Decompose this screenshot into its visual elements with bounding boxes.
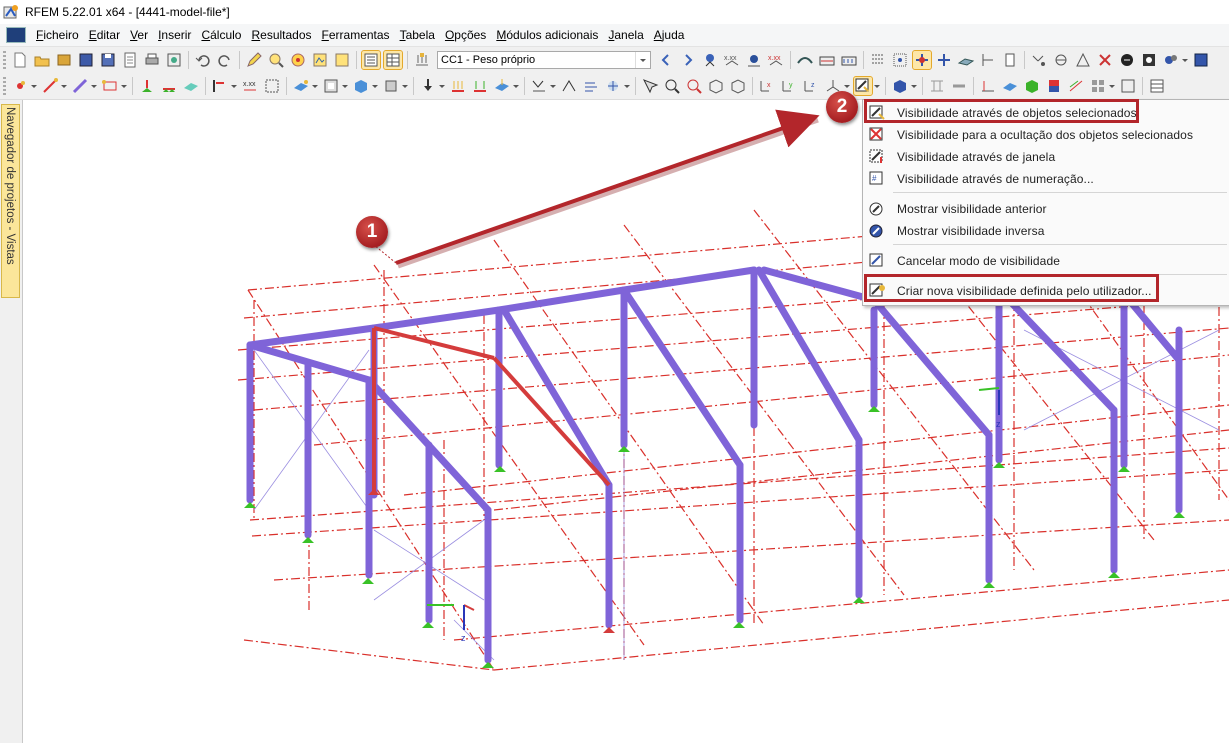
- visibility-window-icon: [869, 149, 887, 165]
- svg-text:#: #: [872, 174, 877, 183]
- menu-visibility-window[interactable]: Visibilidade através de janela: [863, 146, 1227, 168]
- menu-visibility-numbering[interactable]: # Visibilidade através de numeração...: [863, 168, 1227, 190]
- previous-visibility-icon: [869, 201, 887, 217]
- step-1-badge: 1: [356, 216, 388, 248]
- menu-show-inverse-visibility[interactable]: Mostrar visibilidade inversa: [863, 220, 1227, 242]
- menu-cancel-visibility-mode[interactable]: Cancelar modo de visibilidade: [863, 250, 1227, 272]
- menu-show-previous-visibility[interactable]: Mostrar visibilidade anterior: [863, 198, 1227, 220]
- annotation-arrow-shadow: [397, 117, 819, 269]
- annotation-arrow: [395, 109, 820, 265]
- cancel-visibility-icon: [869, 253, 887, 269]
- menu-visibility-hide-selected[interactable]: Visibilidade para a ocultação dos objeto…: [863, 124, 1227, 146]
- step-2-badge: 2: [826, 91, 858, 123]
- visibility-numbering-icon: #: [869, 171, 887, 187]
- highlight-box-selected-objects: [864, 99, 1139, 123]
- annotation-leader: [373, 244, 397, 264]
- visibility-hide-icon: [869, 127, 887, 143]
- highlight-box-create-visibility: [864, 274, 1159, 302]
- menu-separator: [893, 192, 1227, 193]
- menu-separator: [893, 244, 1227, 245]
- inverse-visibility-icon: [869, 223, 887, 239]
